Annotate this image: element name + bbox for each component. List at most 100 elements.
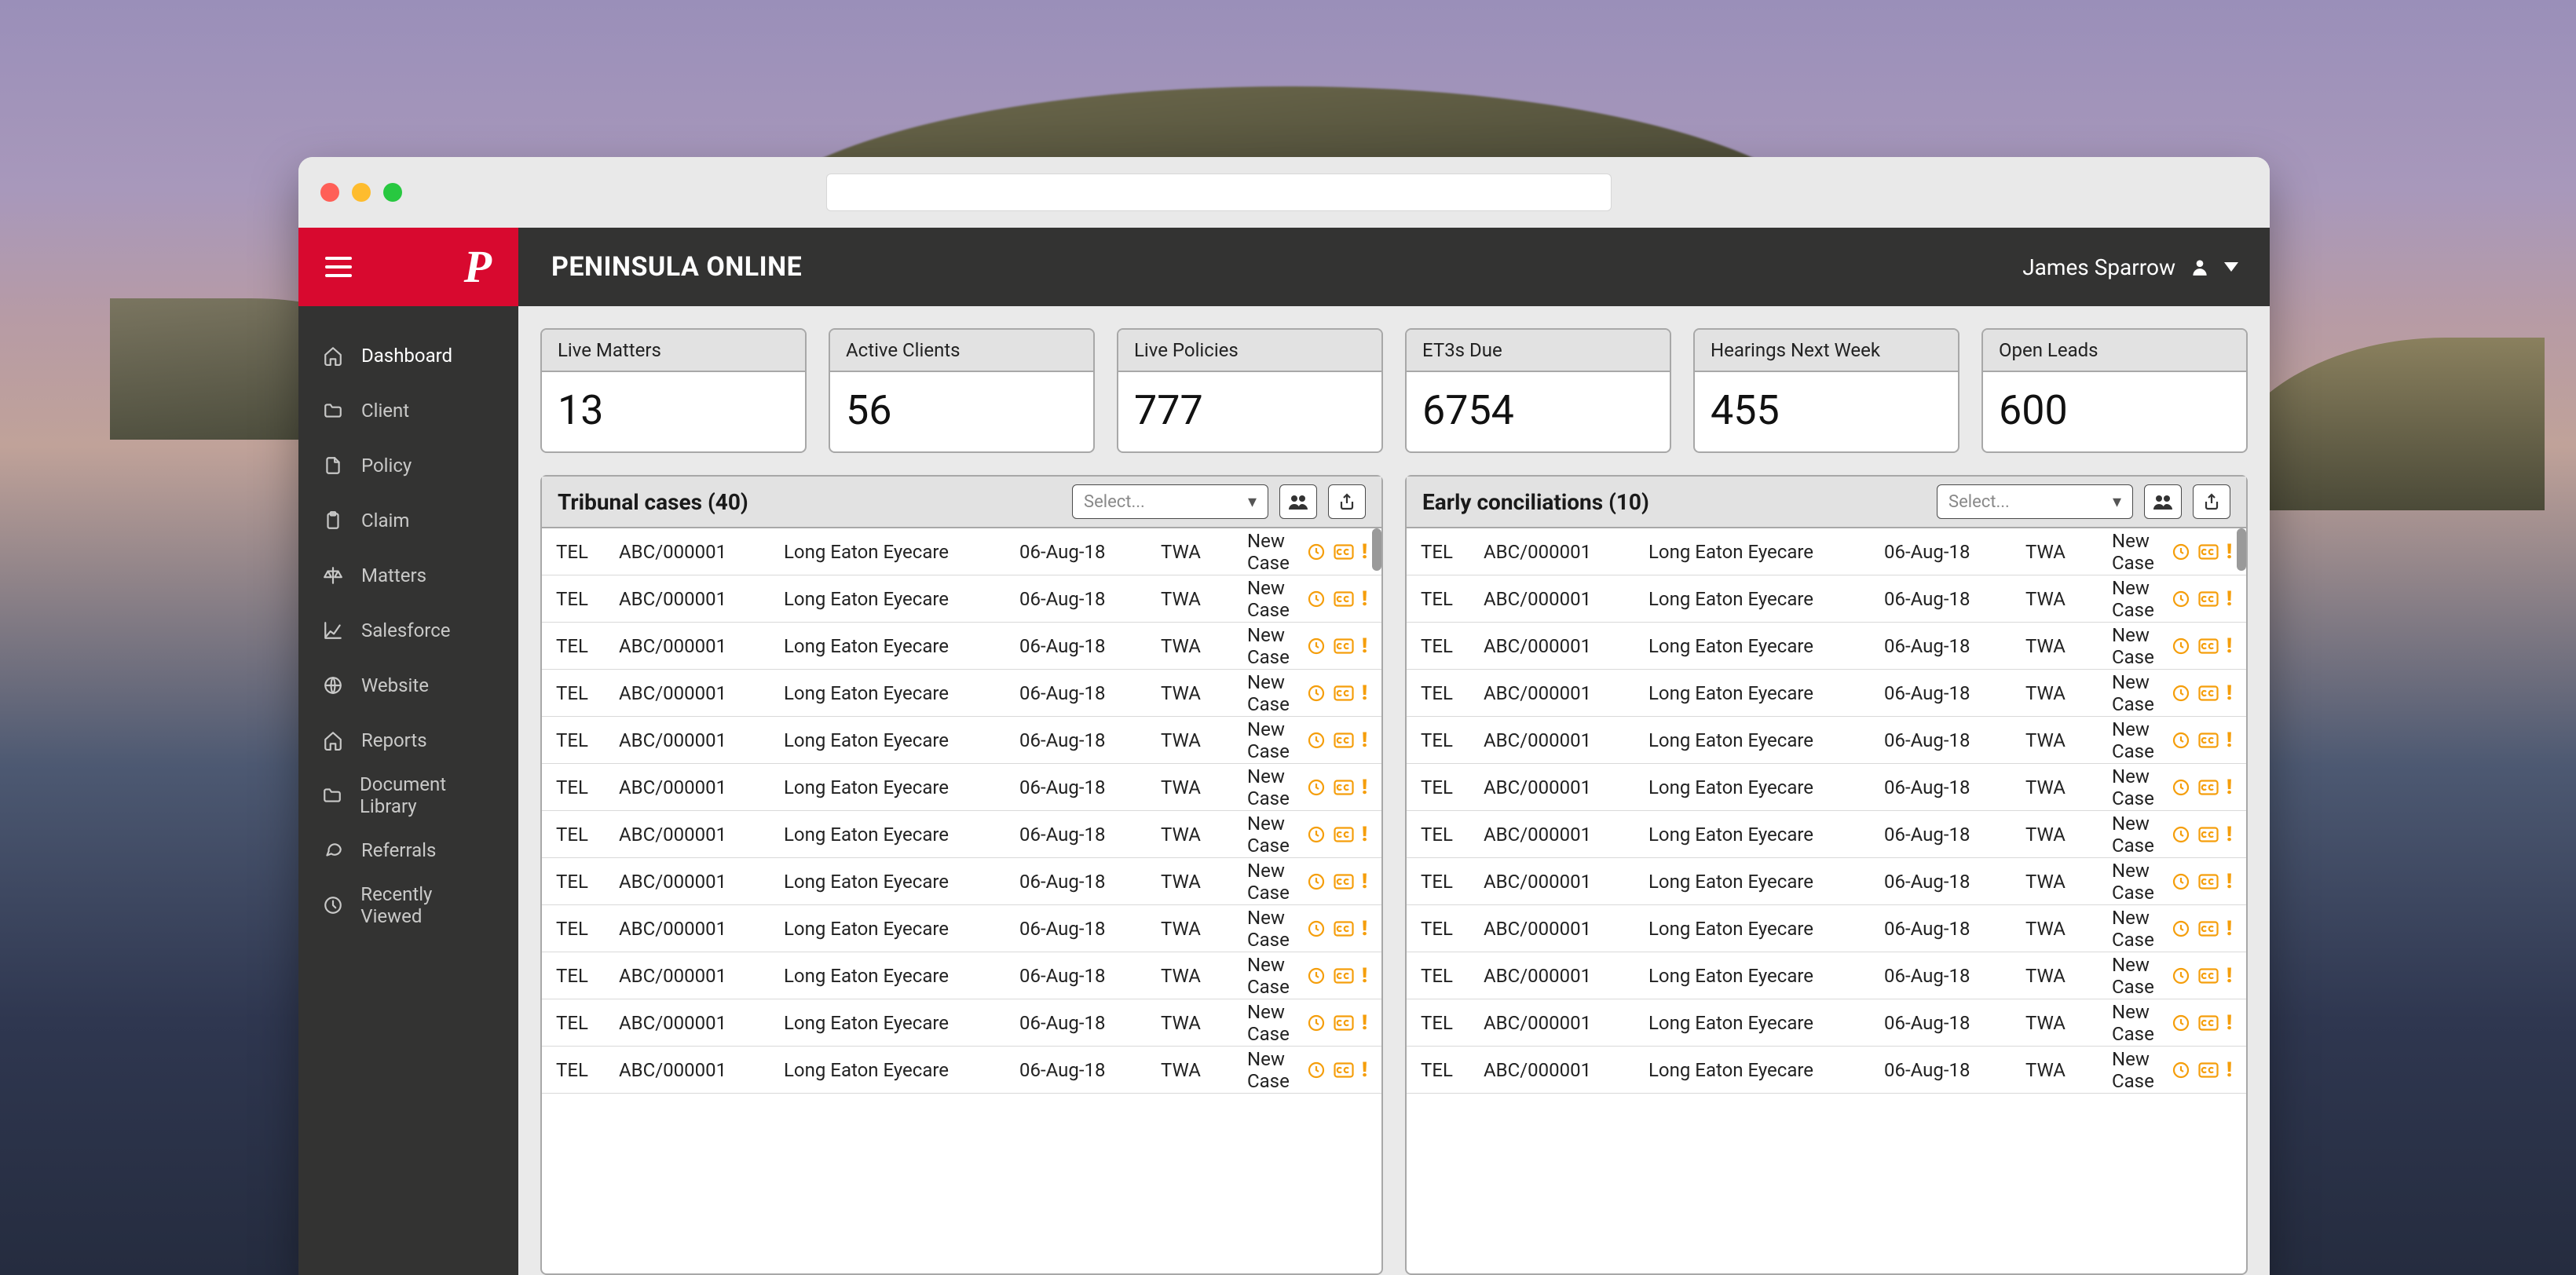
clock-icon xyxy=(2172,637,2190,656)
assign-users-button[interactable] xyxy=(1279,484,1317,519)
cell-status: New Case xyxy=(2112,954,2172,998)
cell-status: New Case xyxy=(1247,530,1307,574)
clock-icon xyxy=(1307,590,1326,608)
cell-ref: ABC/000001 xyxy=(619,824,784,846)
cell-owner: TWA xyxy=(2025,635,2112,657)
cell-status: New Case xyxy=(1247,718,1307,762)
sidebar-item-label: Matters xyxy=(361,564,426,586)
sidebar-item-policy[interactable]: Policy xyxy=(298,438,518,493)
alert-icon: ! xyxy=(1362,587,1367,611)
table-row[interactable]: TEL ABC/000001 Long Eaton Eyecare 06-Aug… xyxy=(542,764,1381,811)
table-row[interactable]: TEL ABC/000001 Long Eaton Eyecare 06-Aug… xyxy=(1407,764,2246,811)
cell-date: 06-Aug-18 xyxy=(1884,729,2025,751)
stat-card-open-leads[interactable]: Open Leads 600 xyxy=(1981,328,2248,453)
sidebar-item-document-library[interactable]: Document Library xyxy=(298,768,518,823)
cell-owner: TWA xyxy=(2025,824,2112,846)
alert-icon: ! xyxy=(1362,964,1367,988)
table-row[interactable]: TEL ABC/000001 Long Eaton Eyecare 06-Aug… xyxy=(542,905,1381,952)
sidebar-item-label: Claim xyxy=(361,510,409,532)
table-row[interactable]: TEL ABC/000001 Long Eaton Eyecare 06-Aug… xyxy=(1407,1047,2246,1094)
export-button[interactable] xyxy=(1328,484,1366,519)
table-row[interactable]: TEL ABC/000001 Long Eaton Eyecare 06-Aug… xyxy=(1407,952,2246,999)
export-button[interactable] xyxy=(2193,484,2230,519)
sidebar-item-website[interactable]: Website xyxy=(298,658,518,713)
clock-icon xyxy=(1307,778,1326,797)
sidebar-item-client[interactable]: Client xyxy=(298,383,518,438)
cell-date: 06-Aug-18 xyxy=(1884,1012,2025,1034)
stat-card-et3s-due[interactable]: ET3s Due 6754 xyxy=(1405,328,1671,453)
table-row[interactable]: TEL ABC/000001 Long Eaton Eyecare 06-Aug… xyxy=(1407,717,2246,764)
table-row[interactable]: TEL ABC/000001 Long Eaton Eyecare 06-Aug… xyxy=(542,670,1381,717)
table-row[interactable]: TEL ABC/000001 Long Eaton Eyecare 06-Aug… xyxy=(542,623,1381,670)
table-row[interactable]: TEL ABC/000001 Long Eaton Eyecare 06-Aug… xyxy=(542,717,1381,764)
table-row[interactable]: TEL ABC/000001 Long Eaton Eyecare 06-Aug… xyxy=(542,858,1381,905)
table-row[interactable]: TEL ABC/000001 Long Eaton Eyecare 06-Aug… xyxy=(1407,999,2246,1047)
table-row[interactable]: TEL ABC/000001 Long Eaton Eyecare 06-Aug… xyxy=(1407,528,2246,575)
row-status-icons: ! xyxy=(1307,729,1367,752)
cc-icon xyxy=(1334,1015,1354,1031)
clock-icon xyxy=(2172,919,2190,938)
clock-icon xyxy=(2172,966,2190,985)
cell-status: New Case xyxy=(1247,860,1307,904)
table-row[interactable]: TEL ABC/000001 Long Eaton Eyecare 06-Aug… xyxy=(1407,575,2246,623)
table-row[interactable]: TEL ABC/000001 Long Eaton Eyecare 06-Aug… xyxy=(542,1047,1381,1094)
cell-client: Long Eaton Eyecare xyxy=(784,1012,1019,1034)
cell-ref: ABC/000001 xyxy=(619,1059,784,1081)
user-menu[interactable]: James Sparrow xyxy=(2022,254,2270,280)
maximize-window-button[interactable] xyxy=(383,183,402,202)
cell-status: New Case xyxy=(2112,577,2172,621)
sidebar-item-claim[interactable]: Claim xyxy=(298,493,518,548)
stat-card-hearings-next-week[interactable]: Hearings Next Week 455 xyxy=(1693,328,1959,453)
cc-icon xyxy=(2198,968,2219,984)
panel-filter-select[interactable]: Select... ▾ xyxy=(1072,484,1268,519)
menu-toggle-icon[interactable] xyxy=(325,257,352,277)
sidebar-item-reports[interactable]: Reports xyxy=(298,713,518,768)
close-window-button[interactable] xyxy=(320,183,339,202)
assign-users-button[interactable] xyxy=(2144,484,2182,519)
table-row[interactable]: TEL ABC/000001 Long Eaton Eyecare 06-Aug… xyxy=(1407,905,2246,952)
cell-status: New Case xyxy=(1247,624,1307,668)
cell-ref: ABC/000001 xyxy=(1484,776,1648,798)
sidebar-item-label: Policy xyxy=(361,455,412,477)
table-row[interactable]: TEL ABC/000001 Long Eaton Eyecare 06-Aug… xyxy=(1407,623,2246,670)
table-row[interactable]: TEL ABC/000001 Long Eaton Eyecare 06-Aug… xyxy=(542,952,1381,999)
table-row[interactable]: TEL ABC/000001 Long Eaton Eyecare 06-Aug… xyxy=(1407,858,2246,905)
table-row[interactable]: TEL ABC/000001 Long Eaton Eyecare 06-Aug… xyxy=(542,999,1381,1047)
panel-tribunal-cases: Tribunal cases (40) Select... ▾ TEL ABC/… xyxy=(540,475,1383,1275)
cell-type: TEL xyxy=(556,682,619,704)
table-row[interactable]: TEL ABC/000001 Long Eaton Eyecare 06-Aug… xyxy=(542,575,1381,623)
scrollbar-thumb[interactable] xyxy=(2237,528,2246,571)
stat-card-live-policies[interactable]: Live Policies 777 xyxy=(1117,328,1383,453)
cell-type: TEL xyxy=(1421,682,1484,704)
table-row[interactable]: TEL ABC/000001 Long Eaton Eyecare 06-Aug… xyxy=(542,811,1381,858)
row-status-icons: ! xyxy=(2172,823,2232,846)
minimize-window-button[interactable] xyxy=(352,183,371,202)
cell-owner: TWA xyxy=(2025,776,2112,798)
cell-client: Long Eaton Eyecare xyxy=(784,824,1019,846)
panel-header: Tribunal cases (40) Select... ▾ xyxy=(542,477,1381,528)
user-icon xyxy=(2190,257,2210,277)
stat-card-live-matters[interactable]: Live Matters 13 xyxy=(540,328,807,453)
row-status-icons: ! xyxy=(2172,870,2232,893)
sidebar-item-dashboard[interactable]: Dashboard xyxy=(298,328,518,383)
cell-client: Long Eaton Eyecare xyxy=(1648,682,1884,704)
table-row[interactable]: TEL ABC/000001 Long Eaton Eyecare 06-Aug… xyxy=(542,528,1381,575)
cell-ref: ABC/000001 xyxy=(1484,635,1648,657)
sidebar-item-salesforce[interactable]: Salesforce xyxy=(298,603,518,658)
clock-icon xyxy=(1307,1014,1326,1032)
sidebar-item-referrals[interactable]: Referrals xyxy=(298,823,518,878)
clock-icon xyxy=(2172,590,2190,608)
panel-filter-select[interactable]: Select... ▾ xyxy=(1937,484,2133,519)
alert-icon: ! xyxy=(1362,634,1367,658)
scrollbar-thumb[interactable] xyxy=(1372,528,1381,571)
address-bar[interactable] xyxy=(826,174,1612,211)
clock-icon xyxy=(2172,684,2190,703)
cell-ref: ABC/000001 xyxy=(619,1012,784,1034)
sidebar-item-recently-viewed[interactable]: Recently Viewed xyxy=(298,878,518,933)
brand-block: P xyxy=(298,228,518,306)
table-row[interactable]: TEL ABC/000001 Long Eaton Eyecare 06-Aug… xyxy=(1407,670,2246,717)
stat-card-active-clients[interactable]: Active Clients 56 xyxy=(829,328,1095,453)
cell-date: 06-Aug-18 xyxy=(1019,871,1161,893)
sidebar-item-matters[interactable]: Matters xyxy=(298,548,518,603)
table-row[interactable]: TEL ABC/000001 Long Eaton Eyecare 06-Aug… xyxy=(1407,811,2246,858)
